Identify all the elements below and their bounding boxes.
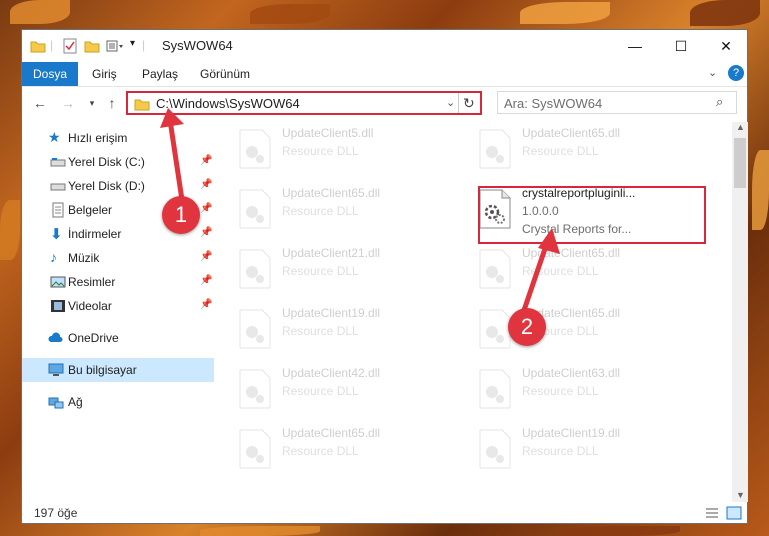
arrow-2-head (538, 228, 560, 254)
step-badge-2: 2 (508, 308, 546, 346)
arrow-1-line (167, 119, 185, 201)
arrow-1-head (160, 108, 184, 128)
annotation-arrows (160, 108, 560, 323)
step-badge-1: 1 (162, 196, 200, 234)
